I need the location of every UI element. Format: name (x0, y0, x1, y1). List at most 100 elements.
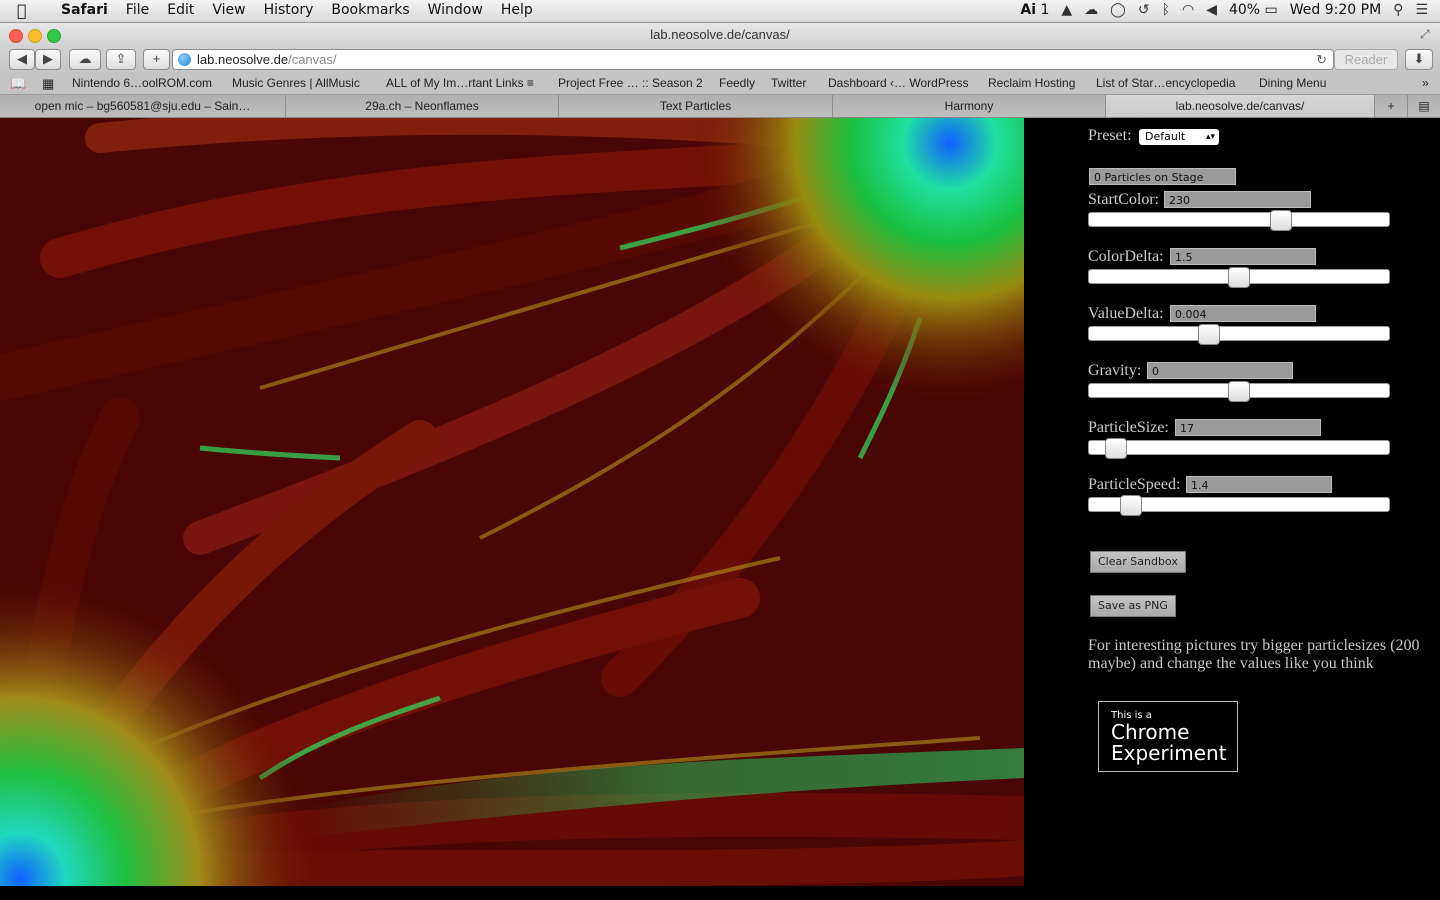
bluetooth-icon[interactable]: ᛒ (1162, 2, 1170, 18)
downloads-button[interactable]: ⬇ (1405, 49, 1433, 70)
battery-status[interactable]: 40% ▭ (1229, 2, 1278, 18)
menubar-menus: Safari File Edit View History Bookmarks … (52, 2, 542, 18)
chat-icon[interactable]: ◯ (1110, 2, 1126, 18)
menu-history[interactable]: History (255, 2, 323, 18)
colordelta-field[interactable]: 1.5 (1170, 248, 1316, 265)
slider-thumb[interactable] (1198, 324, 1220, 345)
forward-button[interactable]: ▶ (35, 49, 61, 70)
bookmarks-overflow-icon[interactable]: » (1422, 76, 1429, 90)
wifi-icon[interactable]: ◠ (1182, 2, 1194, 18)
menu-view[interactable]: View (203, 2, 254, 18)
startcolor-field[interactable]: 230 (1164, 191, 1311, 208)
tab-open-mic[interactable]: open mic – bg560581@sju.edu – Sain… (0, 95, 286, 117)
top-sites-icon[interactable]: ▦ (42, 76, 54, 92)
url-host: lab.neosolve.de (197, 52, 289, 67)
close-window-button[interactable] (9, 29, 23, 43)
share-button[interactable]: ⇪ (106, 49, 136, 70)
bookmark-item[interactable]: List of Star…encyclopedia (1096, 76, 1235, 90)
bookmark-item[interactable]: Music Genres | AllMusic (232, 76, 360, 90)
particle-count-field: 0 Particles on Stage (1089, 168, 1236, 185)
minimize-window-button[interactable] (28, 29, 42, 43)
reading-list-icon[interactable]: 📖 (10, 76, 26, 92)
badge-line-1: Chrome (1111, 720, 1190, 744)
window-title: lab.neosolve.de/canvas/ (0, 23, 1440, 47)
tab-harmony[interactable]: Harmony (833, 95, 1106, 117)
valuedelta-field[interactable]: 0.004 (1170, 305, 1316, 322)
preset-value: Default (1145, 130, 1186, 143)
bookmark-item[interactable]: Nintendo 6…oolROM.com (72, 76, 212, 90)
menu-edit[interactable]: Edit (158, 2, 203, 18)
clear-sandbox-button[interactable]: Clear Sandbox (1090, 551, 1186, 573)
tab-bar: open mic – bg560581@sju.edu – Sain… 29a.… (0, 95, 1440, 118)
safari-toolbar: ◀ ▶ ☁ ⇪ + lab.neosolve.de/canvas/ ↻ Read… (0, 47, 1440, 72)
hint-text: For interesting pictures try bigger part… (1088, 637, 1420, 672)
macos-menubar:  Safari File Edit View History Bookmark… (0, 0, 1440, 23)
url-path: /canvas/ (288, 52, 337, 67)
back-button[interactable]: ◀ (9, 49, 35, 70)
gravity-field[interactable]: 0 (1147, 362, 1293, 379)
reader-button[interactable]: Reader (1334, 49, 1398, 70)
menu-safari[interactable]: Safari (52, 2, 117, 18)
particlespeed-slider[interactable] (1088, 495, 1390, 516)
particlesize-label: ParticleSize: (1088, 419, 1169, 436)
bookmark-item[interactable]: Feedly (719, 76, 755, 90)
particlesize-field[interactable]: 17 (1175, 419, 1321, 436)
particle-canvas[interactable] (0, 118, 1024, 886)
colordelta-label: ColorDelta: (1088, 248, 1164, 265)
preset-label: Preset: (1088, 127, 1132, 144)
menu-window[interactable]: Window (419, 2, 492, 18)
startcolor-slider[interactable] (1088, 210, 1390, 231)
menu-help[interactable]: Help (492, 2, 542, 18)
particlesize-slider[interactable] (1088, 438, 1390, 459)
bookmark-item[interactable]: Project Free … :: Season 2 (558, 76, 703, 90)
menu-file[interactable]: File (117, 2, 158, 18)
apple-menu-icon[interactable]:  (17, 1, 27, 20)
tab-canvas-active[interactable]: lab.neosolve.de/canvas/ (1106, 95, 1375, 117)
clock[interactable]: Wed 9:20 PM (1290, 2, 1381, 18)
add-bookmark-button[interactable]: + (143, 49, 170, 70)
bookmark-item[interactable]: Reclaim Hosting (988, 76, 1075, 90)
bookmark-item[interactable]: Twitter (771, 76, 806, 90)
tab-text-particles[interactable]: Text Particles (559, 95, 833, 117)
gravity-label: Gravity: (1088, 362, 1142, 379)
control-panel: Preset: Default ▴▾ 0 Particles on Stage … (1024, 118, 1440, 900)
bookmark-item[interactable]: ALL of My Im…rtant Links ≡ (386, 76, 534, 90)
slider-thumb[interactable] (1270, 210, 1292, 231)
slider-thumb[interactable] (1228, 267, 1250, 288)
particlespeed-field[interactable]: 1.4 (1186, 476, 1332, 493)
valuedelta-slider[interactable] (1088, 324, 1390, 345)
address-bar[interactable]: lab.neosolve.de/canvas/ ↻ (172, 49, 1334, 70)
globe-icon (178, 53, 191, 66)
save-png-button[interactable]: Save as PNG (1090, 595, 1176, 617)
gravity-slider[interactable] (1088, 381, 1390, 402)
menubar-status: Ai 1 ▲ ☁ ◯ ↺ ᛒ ◠ ◀ 40% ▭ Wed 9:20 PM ⚲ ☰ (1020, 2, 1428, 18)
fullscreen-icon[interactable]: ⤢ (1420, 27, 1430, 42)
slider-thumb[interactable] (1105, 438, 1127, 459)
adobe-status[interactable]: Ai 1 (1020, 2, 1049, 18)
colordelta-slider[interactable] (1088, 267, 1390, 288)
spotlight-icon[interactable]: ⚲ (1393, 2, 1403, 18)
zoom-window-button[interactable] (47, 29, 61, 43)
notification-center-icon[interactable]: ☰ (1415, 2, 1428, 18)
preset-select[interactable]: Default ▴▾ (1139, 129, 1219, 145)
volume-icon[interactable]: ◀ (1206, 2, 1217, 18)
cloud-icon[interactable]: ☁ (1084, 2, 1098, 18)
startcolor-label: StartColor: (1088, 191, 1160, 208)
new-tab-button[interactable]: + (1375, 95, 1408, 117)
slider-thumb[interactable] (1120, 495, 1142, 516)
reload-icon[interactable]: ↻ (1316, 50, 1327, 69)
bookmark-item[interactable]: Dining Menu (1259, 76, 1326, 90)
badge-line-2: Experiment (1111, 741, 1227, 765)
tab-overview-icon[interactable]: ▤ (1408, 95, 1440, 117)
menu-bookmarks[interactable]: Bookmarks (322, 2, 418, 18)
select-arrows-icon: ▴▾ (1205, 132, 1215, 142)
particle-artwork (0, 118, 1024, 886)
tab-neonflames[interactable]: 29a.ch – Neonflames (286, 95, 559, 117)
chrome-experiment-badge[interactable]: This is a Chrome Experiment (1098, 701, 1238, 772)
time-machine-icon[interactable]: ↺ (1138, 2, 1150, 18)
drive-icon[interactable]: ▲ (1061, 2, 1072, 18)
icloud-tabs-button[interactable]: ☁ (69, 49, 101, 70)
bookmarks-bar: 📖 ▦ Nintendo 6…oolROM.com Music Genres |… (0, 72, 1440, 95)
slider-thumb[interactable] (1228, 381, 1250, 402)
bookmark-item[interactable]: Dashboard ‹… WordPress (828, 76, 969, 90)
